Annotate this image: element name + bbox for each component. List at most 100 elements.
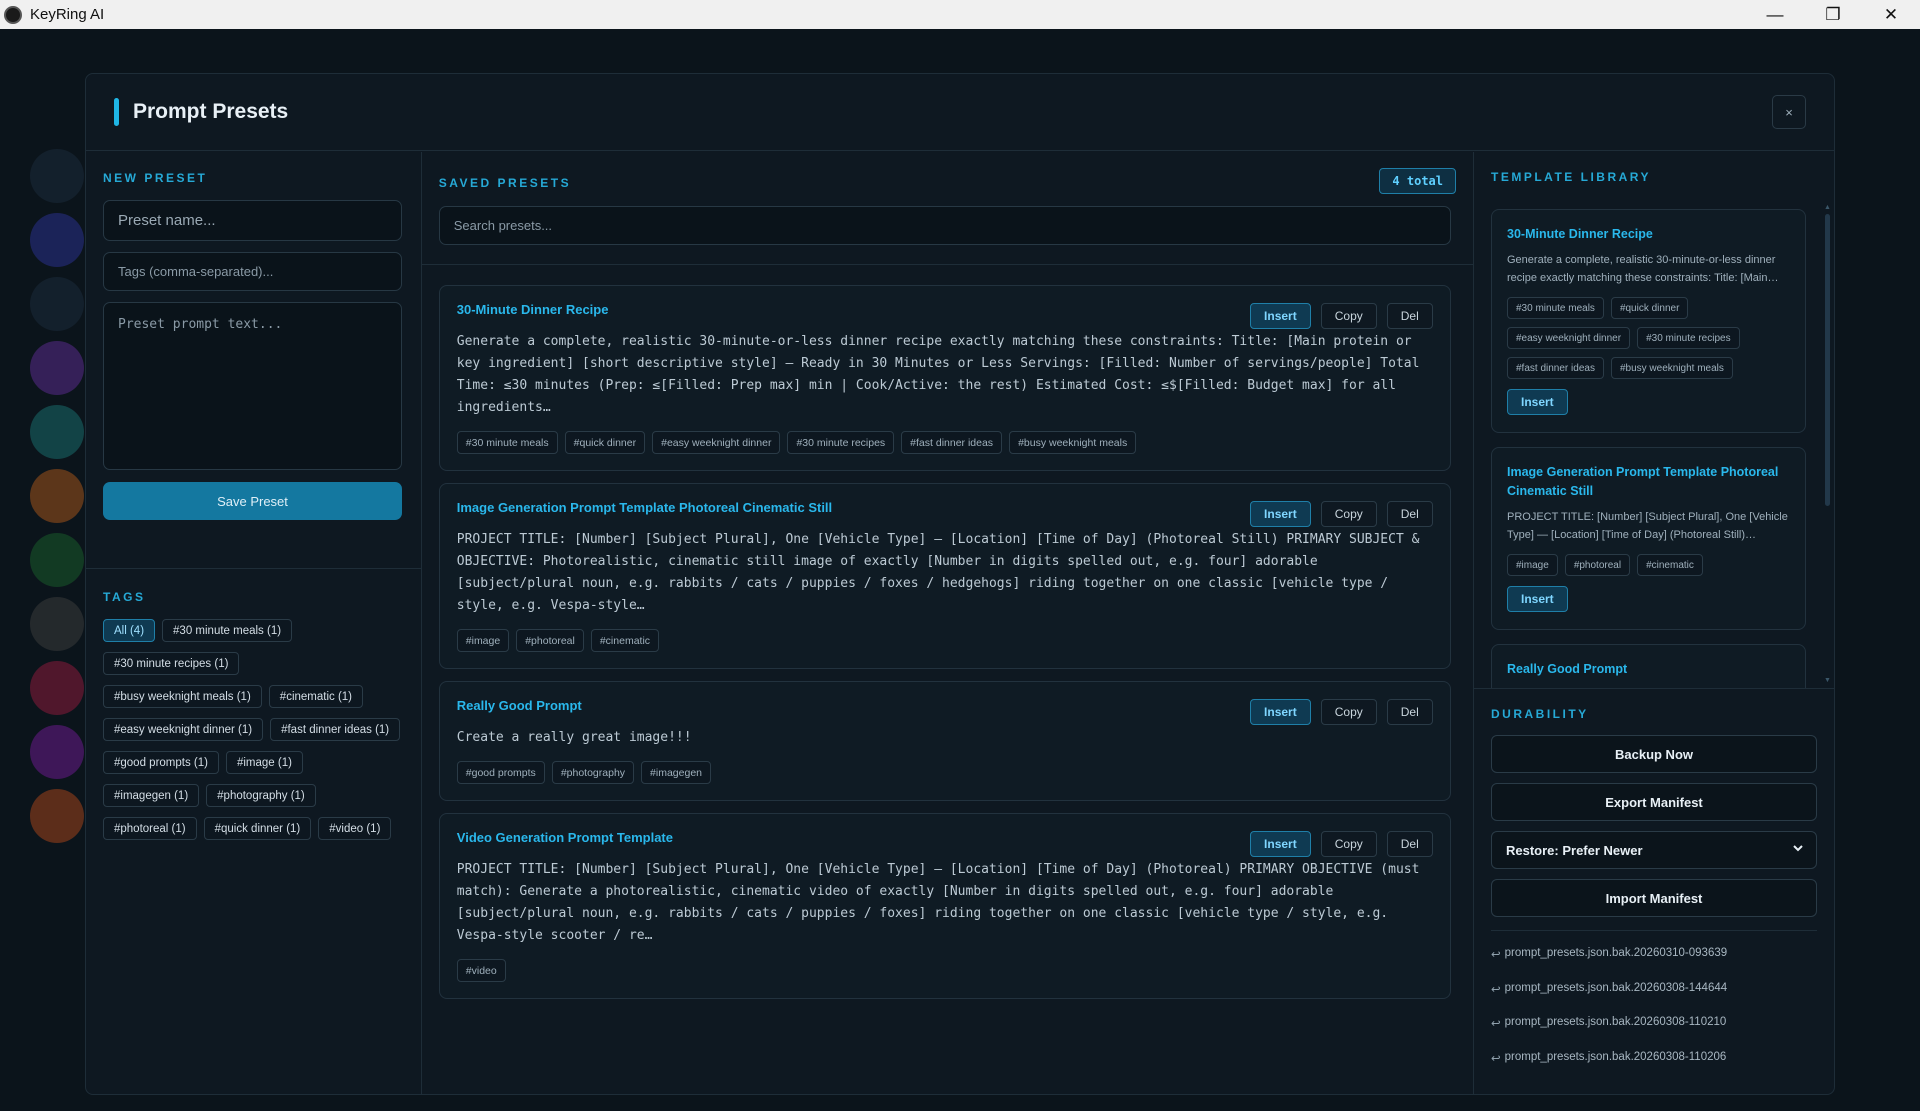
scroll-down-icon[interactable]: ▼ (1824, 677, 1831, 684)
tags-label: TAGS (103, 590, 146, 604)
divider (1491, 930, 1817, 931)
restore-icon: ↩ (1491, 1018, 1501, 1030)
backup-now-button[interactable]: Backup Now (1491, 735, 1817, 773)
preset-text-input[interactable]: Preset prompt text... (103, 302, 402, 470)
modal-header: Prompt Presets × (86, 74, 1834, 151)
copy-button[interactable]: Copy (1320, 303, 1377, 329)
tag-filter[interactable]: #good prompts (1) (103, 751, 219, 774)
tag-chip: #image (456, 629, 510, 652)
template-insert-button[interactable]: Insert (1507, 389, 1568, 415)
tag-chip: #easy weeknight dinner (652, 431, 781, 454)
template-desc: PROJECT TITLE: [Number] [Subject Plural]… (1507, 511, 1788, 541)
tag-filter[interactable]: #video (1) (318, 817, 392, 840)
close-window-icon[interactable]: ✕ (1862, 0, 1920, 29)
import-manifest-button[interactable]: Import Manifest (1491, 879, 1817, 917)
tag-filter[interactable]: #fast dinner ideas (1) (270, 718, 401, 741)
backup-item[interactable]: ↩ prompt_presets.json.bak.20260308-14464… (1491, 982, 1817, 1017)
close-icon: × (1785, 104, 1793, 120)
template-desc: Generate a complete, realistic 30-minute… (1507, 254, 1779, 284)
preset-actions: Insert Copy Del (1250, 303, 1433, 329)
preset-body: Generate a complete, realistic 30-minute… (456, 334, 1420, 415)
tag-cloud: All (4) #30 minute meals (1) #30 minute … (103, 619, 403, 840)
template-card: 30-Minute Dinner Recipe Generate a compl… (1491, 209, 1806, 433)
preset-card: Video Generation Prompt Template Insert … (438, 813, 1451, 999)
tags-section: TAGS All (4) #30 minute meals (1) #30 mi… (86, 569, 421, 861)
insert-button[interactable]: Insert (1250, 501, 1311, 527)
tag-filter[interactable]: #cinematic (1) (268, 685, 364, 708)
save-preset-button[interactable]: Save Preset (103, 482, 402, 520)
tag-filter[interactable]: #30 minute meals (1) (162, 619, 293, 642)
backup-item[interactable]: ↩ prompt_presets.json.bak.20260308-11021… (1491, 1016, 1817, 1051)
bg-avatar (30, 405, 84, 459)
insert-button[interactable]: Insert (1250, 699, 1311, 725)
delete-button[interactable]: Del (1386, 831, 1433, 857)
tag-chip: #photography (551, 761, 635, 784)
minimize-icon[interactable]: — (1746, 0, 1804, 29)
backup-filename: prompt_presets.json.bak.20260310-093639 (1504, 947, 1728, 959)
right-column: TEMPLATE LIBRARY 30-Minute Dinner Recipe… (1474, 152, 1834, 1094)
insert-button[interactable]: Insert (1250, 303, 1311, 329)
backup-item[interactable]: ↩ prompt_presets.json.bak.20260308-11020… (1491, 1051, 1817, 1086)
tag-chip: #good prompts (456, 761, 545, 784)
search-presets-input[interactable]: Search presets... (438, 206, 1451, 245)
tag-chip: #30 minute meals (456, 431, 558, 454)
bg-avatar (30, 597, 84, 651)
copy-button[interactable]: Copy (1320, 831, 1377, 857)
total-count-badge: 4 total (1379, 168, 1456, 194)
tag-filter[interactable]: #photography (1) (206, 784, 316, 807)
template-title: Really Good Prompt (1507, 662, 1628, 676)
export-manifest-button[interactable]: Export Manifest (1491, 783, 1817, 821)
tag-filter[interactable]: #30 minute recipes (1) (103, 652, 240, 675)
tag-filter[interactable]: #easy weeknight dinner (1) (103, 718, 264, 741)
scroll-up-icon[interactable]: ▲ (1824, 204, 1831, 211)
tag-chip: #video (456, 959, 506, 982)
template-title: 30-Minute Dinner Recipe (1507, 227, 1653, 241)
tag-filter-all[interactable]: All (4) (103, 619, 156, 642)
preset-name-input[interactable]: Preset name... (103, 200, 402, 241)
tag-chip: #imagegen (641, 761, 712, 784)
restore-mode-select[interactable]: Restore: Prefer Newer (1491, 831, 1817, 869)
preset-list: 30-Minute Dinner Recipe Insert Copy Del … (438, 285, 1451, 1011)
tag-filter[interactable]: #quick dinner (1) (203, 817, 312, 840)
bg-avatar (30, 533, 84, 587)
preset-card: 30-Minute Dinner Recipe Insert Copy Del … (438, 285, 1451, 471)
preset-tags: #video (456, 959, 1433, 998)
new-preset-label: NEW PRESET (103, 171, 208, 185)
tag-chip: #fast dinner ideas (901, 431, 1003, 454)
tag-filter[interactable]: #image (1) (225, 751, 303, 774)
modal-title: Prompt Presets (133, 100, 289, 123)
bg-avatar (30, 341, 84, 395)
window-titlebar: KeyRing AI — ❐ ✕ (0, 0, 1920, 29)
tag-filter[interactable]: #imagegen (1) (103, 784, 200, 807)
new-preset-section: NEW PRESET Preset name... Tags (comma-se… (86, 152, 421, 569)
preset-body: Create a really great image!!! (456, 730, 692, 745)
left-column: NEW PRESET Preset name... Tags (comma-se… (86, 152, 422, 1094)
bg-avatar (30, 213, 84, 267)
tag-filter[interactable]: #photoreal (1) (103, 817, 197, 840)
background-sidebar (30, 149, 90, 853)
template-scrollbar[interactable]: ▲ ▼ (1824, 204, 1831, 684)
copy-button[interactable]: Copy (1320, 501, 1377, 527)
delete-button[interactable]: Del (1386, 501, 1433, 527)
preset-actions: Insert Copy Del (1250, 699, 1433, 725)
preset-tags-input[interactable]: Tags (comma-separated)... (103, 252, 402, 291)
maximize-icon[interactable]: ❐ (1804, 0, 1862, 29)
delete-button[interactable]: Del (1386, 303, 1433, 329)
backup-item[interactable]: ↩ prompt_presets.json.bak.20260310-09363… (1491, 947, 1817, 982)
preset-actions: Insert Copy Del (1250, 831, 1433, 857)
copy-button[interactable]: Copy (1320, 699, 1377, 725)
close-modal-button[interactable]: × (1772, 95, 1806, 129)
tag-chip: #30 minute recipes (1637, 327, 1740, 349)
bg-avatar (30, 725, 84, 779)
tag-chip: #quick dinner (1610, 297, 1689, 319)
bg-avatar (30, 469, 84, 523)
insert-button[interactable]: Insert (1250, 831, 1311, 857)
scroll-thumb[interactable] (1825, 214, 1830, 506)
bg-avatar (30, 149, 84, 203)
preset-body: PROJECT TITLE: [Number] [Subject Plural]… (456, 532, 1420, 613)
template-insert-button[interactable]: Insert (1507, 586, 1568, 612)
tag-chip: #cinematic (1637, 554, 1703, 576)
tag-filter[interactable]: #busy weeknight meals (1) (103, 685, 262, 708)
durability-label: DURABILITY (1491, 707, 1589, 721)
delete-button[interactable]: Del (1386, 699, 1433, 725)
